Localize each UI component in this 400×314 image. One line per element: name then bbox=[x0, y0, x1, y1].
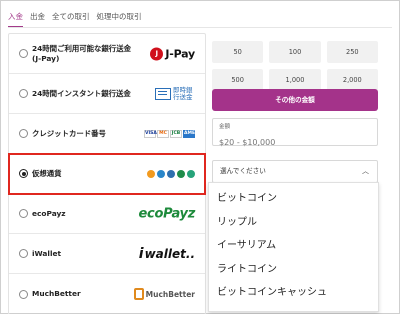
amount-field-label: 金額 bbox=[219, 124, 231, 130]
method-instant-bank[interactable]: 24時間インスタント銀行送金 即時銀行送金 bbox=[9, 74, 205, 114]
card-logos: VISA MC JCB AMEX bbox=[144, 129, 199, 138]
jpay-mark-icon: J bbox=[150, 47, 164, 60]
amount-preset-button[interactable]: 2,000 bbox=[326, 69, 378, 91]
amount-field: 金額 bbox=[212, 118, 378, 147]
tab-divider bbox=[8, 27, 392, 28]
method-ecopayz[interactable]: ecoPayz ecoPayz bbox=[9, 194, 205, 234]
jpay-logo: J J-Pay bbox=[150, 47, 195, 60]
muchbetter-logo-text: MuchBetter bbox=[145, 289, 195, 299]
method-label: ecoPayz bbox=[32, 208, 66, 218]
iwallet-logo: i wallet.. bbox=[139, 246, 195, 262]
muchbetter-logo: MuchBetter bbox=[133, 288, 195, 300]
muchbetter-mark-icon bbox=[133, 288, 144, 300]
currency-select[interactable]: 選んでください ︿ bbox=[212, 160, 378, 183]
dropdown-option[interactable]: ビットコインキャッシュ bbox=[209, 281, 378, 305]
radio-button[interactable] bbox=[19, 49, 28, 58]
amount-presets: 50 100 250 500 1,000 2,000 bbox=[212, 41, 378, 91]
method-label: iWallet bbox=[32, 248, 62, 258]
payment-method-list: 24時間ご利用可能な銀行送金(J-Pay) J J-Pay 24時間インスタント… bbox=[8, 33, 206, 314]
mastercard-icon: MC bbox=[157, 129, 169, 138]
tether-icon bbox=[187, 169, 195, 178]
bitcoin-cash-icon bbox=[177, 169, 185, 178]
other-amount-button[interactable]: その他の金額 bbox=[212, 89, 378, 111]
method-label: 24時間ご利用可能な銀行送金(J-Pay) bbox=[32, 43, 131, 63]
instant-bank-logo: 即時銀行送金 bbox=[155, 85, 195, 101]
amount-preset-button[interactable]: 50 bbox=[212, 41, 264, 63]
amount-preset-button[interactable]: 250 bbox=[326, 41, 378, 63]
tab-deposit[interactable]: 入金 bbox=[8, 11, 23, 27]
tab-withdrawal[interactable]: 出金 bbox=[30, 11, 45, 27]
dropdown-option[interactable]: リップル bbox=[209, 211, 378, 235]
method-muchbetter[interactable]: MuchBetter MuchBetter bbox=[9, 274, 205, 314]
method-credit-card[interactable]: クレジットカード番号 VISA MC JCB AMEX bbox=[9, 114, 205, 154]
currency-select-value: 選んでください bbox=[220, 167, 266, 175]
amount-preset-button[interactable]: 500 bbox=[212, 69, 264, 91]
dropdown-option[interactable]: ライトコイン bbox=[209, 258, 378, 282]
bank-icon bbox=[155, 87, 171, 100]
radio-button[interactable] bbox=[19, 209, 28, 218]
amex-icon: AMEX bbox=[183, 129, 199, 138]
bank-logo-text: 即時銀行送金 bbox=[173, 85, 193, 101]
method-crypto[interactable]: 仮想通貨 bbox=[8, 153, 206, 195]
jcb-icon: JCB bbox=[170, 129, 182, 138]
radio-button[interactable] bbox=[19, 289, 28, 299]
method-label: 24時間インスタント銀行送金 bbox=[32, 88, 131, 98]
currency-dropdown: ビットコイン リップル イーサリアム ライトコイン ビットコインキャッシュ bbox=[208, 182, 379, 312]
litecoin-icon bbox=[167, 169, 175, 178]
bitcoin-icon bbox=[147, 169, 155, 178]
amount-preset-button[interactable]: 1,000 bbox=[269, 69, 321, 91]
amount-preset-button[interactable]: 100 bbox=[269, 41, 321, 63]
crypto-logos bbox=[147, 169, 195, 178]
radio-button[interactable] bbox=[19, 249, 28, 258]
visa-icon: VISA bbox=[144, 129, 157, 138]
radio-button[interactable] bbox=[19, 129, 28, 138]
radio-button[interactable] bbox=[19, 89, 28, 98]
tab-pending-transactions[interactable]: 処理中の取引 bbox=[97, 11, 142, 27]
dropdown-option[interactable]: イーサリアム bbox=[209, 234, 378, 258]
method-jpay[interactable]: 24時間ご利用可能な銀行送金(J-Pay) J J-Pay bbox=[9, 34, 205, 74]
radio-button-selected[interactable] bbox=[19, 169, 28, 178]
method-label: MuchBetter bbox=[32, 289, 81, 298]
ecopayz-logo: ecoPayz bbox=[138, 206, 196, 221]
method-iwallet[interactable]: iWallet i wallet.. bbox=[9, 234, 205, 274]
tab-bar: 入金 出金 全ての取引 処理中の取引 bbox=[8, 11, 149, 27]
jpay-logo-text: J-Pay bbox=[165, 47, 195, 60]
iwallet-i-icon: i bbox=[138, 245, 144, 262]
dropdown-option[interactable]: ビットコイン bbox=[209, 187, 378, 211]
ripple-icon bbox=[157, 169, 165, 178]
method-label: クレジットカード番号 bbox=[32, 128, 106, 138]
amount-input[interactable] bbox=[219, 138, 371, 147]
iwallet-logo-text: wallet.. bbox=[144, 246, 195, 261]
tab-all-transactions[interactable]: 全ての取引 bbox=[52, 11, 90, 27]
chevron-up-icon: ︿ bbox=[362, 167, 369, 175]
method-label: 仮想通貨 bbox=[32, 168, 62, 178]
